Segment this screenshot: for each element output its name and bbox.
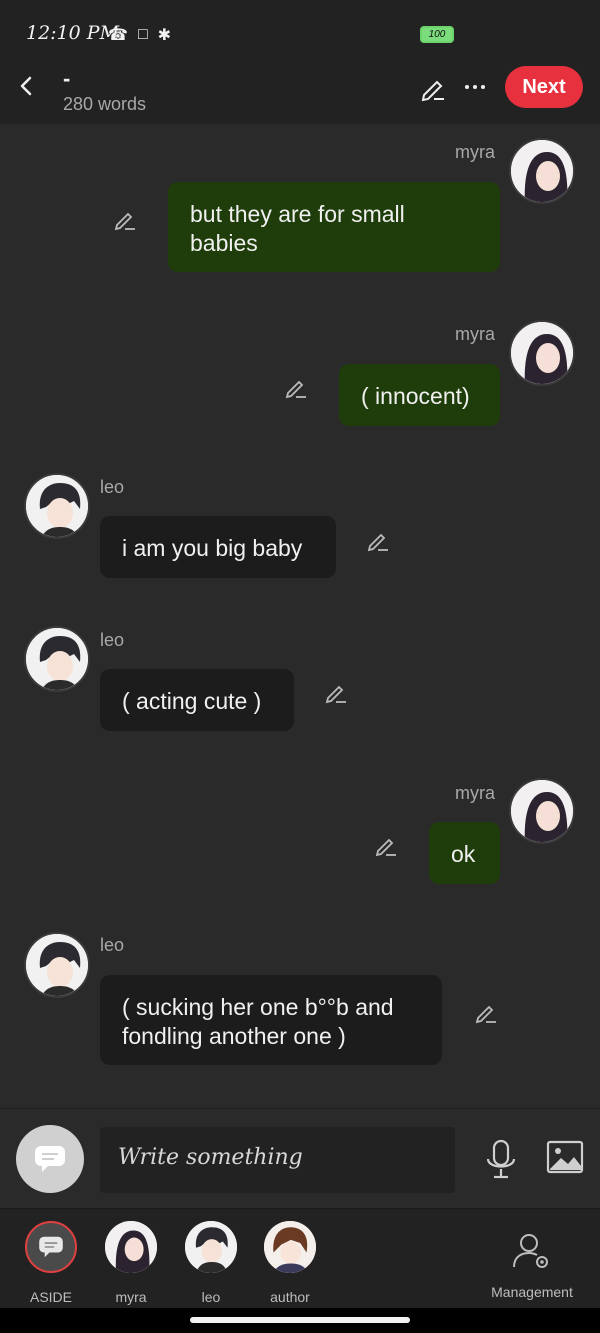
top-bar: - 280 words Next [0,62,600,124]
message-bubble[interactable]: ( innocent) [339,364,500,426]
microphone-icon[interactable] [484,1139,518,1179]
bluetooth-icon: ✱ [157,27,172,44]
avatar[interactable] [509,778,575,844]
character-label: leo [201,1289,221,1305]
avatar[interactable] [24,473,90,539]
battery-level: 100 [420,26,454,43]
author-avatar [264,1221,316,1273]
status-bar: 12:10 PM ☎ □ ✱ 100 [0,0,600,62]
character-author[interactable]: author [260,1221,320,1305]
message-icon: □ [137,26,148,43]
character-label: myra [115,1289,147,1305]
edit-message-icon[interactable] [373,832,399,858]
more-options-icon[interactable] [460,72,490,102]
user-settings-icon [513,1234,548,1268]
character-bar: ASIDE myra leo author Management [0,1208,600,1308]
speaker-name: leo [100,630,125,650]
aside-avatar [25,1221,77,1273]
whatsapp-icon: ☎ [108,27,128,44]
speaker-name: leo [100,477,125,497]
character-leo[interactable]: leo [181,1221,241,1305]
chat-area[interactable]: myra but they are for small babies myra … [0,124,600,1108]
back-arrow-icon[interactable] [14,72,40,100]
leo-avatar-icon [26,934,88,996]
image-icon[interactable] [546,1139,584,1175]
edit-message-icon[interactable] [323,679,349,705]
aside-bubble-icon [35,1146,65,1172]
speaker-name: leo [100,935,125,955]
myra-avatar-icon [511,322,573,384]
management-button[interactable]: Management [486,1231,578,1300]
status-time: 12:10 PM [26,22,120,44]
leo-avatar [185,1221,237,1273]
message-bubble[interactable]: but they are for small babies [168,182,500,272]
myra-avatar-icon [511,780,573,842]
message-bubble[interactable]: i am you big baby [100,516,336,578]
system-nav-bar [0,1308,600,1333]
character-label: author [270,1289,310,1305]
leo-avatar-icon [185,1221,237,1273]
myra-avatar-icon [105,1221,157,1273]
status-notification-icons: ☎ □ ✱ [108,20,171,50]
compose-bar: Write something [0,1108,600,1208]
message-bubble[interactable]: ok [429,822,500,884]
avatar[interactable] [509,138,575,204]
edit-message-icon[interactable] [365,527,391,553]
myra-avatar [105,1221,157,1273]
avatar[interactable] [24,932,90,998]
edit-message-icon[interactable] [283,374,309,400]
message-input-placeholder: Write something [118,1145,303,1170]
management-label: Management [491,1284,573,1300]
avatar[interactable] [24,626,90,692]
message-bubble[interactable]: ( acting cute ) [100,669,294,731]
myra-avatar-icon [511,140,573,202]
home-indicator[interactable] [190,1317,410,1323]
battery-indicator: 100 [420,26,454,43]
edit-message-icon[interactable] [112,206,138,232]
message-bubble[interactable]: ( sucking her one b°°b and fondling anot… [100,975,442,1065]
speaker-name: myra [455,324,495,344]
word-count: 280 words [63,94,147,114]
aside-toggle-button[interactable] [16,1125,84,1193]
leo-avatar-icon [26,628,88,690]
aside-bubble-icon [39,1236,63,1258]
edit-message-icon[interactable] [473,999,499,1025]
edit-pen-icon[interactable] [418,73,448,103]
character-aside[interactable]: ASIDE [21,1221,81,1305]
character-myra[interactable]: myra [101,1221,161,1305]
character-label: ASIDE [29,1289,72,1305]
speaker-name: myra [455,783,495,803]
message-input[interactable]: Write something [100,1127,455,1193]
next-button[interactable]: Next [505,66,583,108]
author-avatar-icon [264,1221,316,1273]
leo-avatar-icon [26,475,88,537]
speaker-name: myra [455,142,495,162]
story-title[interactable]: - [63,66,70,92]
avatar[interactable] [509,320,575,386]
